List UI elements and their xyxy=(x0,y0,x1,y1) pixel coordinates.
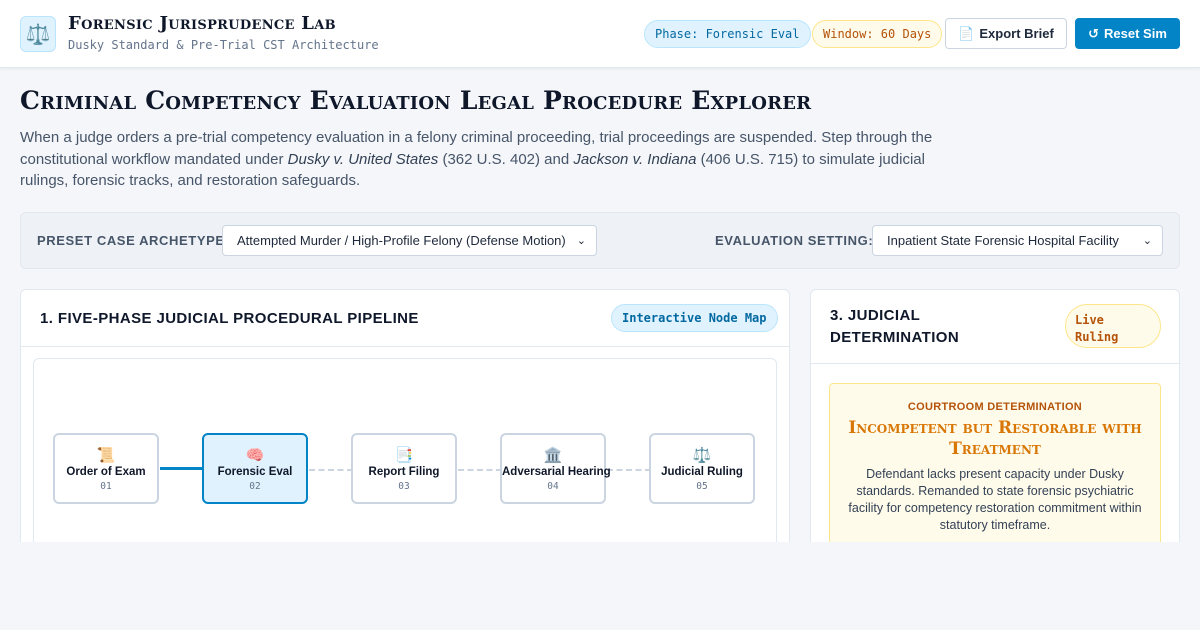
pipeline-card-header: 1. FIVE-PHASE JUDICIAL PROCEDURAL PIPELI… xyxy=(21,290,789,347)
case-controls-panel: PRESET CASE ARCHETYPE: Attempted Murder … xyxy=(20,212,1180,269)
pipeline-title: 1. FIVE-PHASE JUDICIAL PROCEDURAL PIPELI… xyxy=(40,310,419,327)
pipeline-node-order-of-exam[interactable]: 📜 Order of Exam 01 xyxy=(53,433,159,504)
node-map: 📜 Order of Exam 01 🧠 Forensic Eval 02 📑 … xyxy=(33,358,777,558)
node-label: Order of Exam xyxy=(66,466,146,478)
app-title: Forensic Jurisprudence Lab xyxy=(68,13,336,34)
top-bar: ⚖️ Forensic Jurisprudence Lab Dusky Stan… xyxy=(0,0,1200,68)
node-number: 01 xyxy=(100,481,112,492)
determination-card: 3. JUDICIAL DETERMINATION Live Ruling CO… xyxy=(810,289,1180,559)
phase-badge: Phase: Forensic Eval xyxy=(644,20,811,48)
node-number: 05 xyxy=(696,481,708,492)
pipeline-connector xyxy=(458,469,502,471)
node-label: Report Filing xyxy=(368,466,440,478)
reset-icon: ↺ xyxy=(1088,25,1100,41)
reset-sim-label: Reset Sim xyxy=(1104,26,1167,41)
node-label: Forensic Eval xyxy=(217,466,293,478)
case-citation-dusky: Dusky v. United States xyxy=(287,150,439,168)
export-brief-button[interactable]: 📄 Export Brief xyxy=(945,18,1067,49)
setting-label: EVALUATION SETTING: xyxy=(715,233,874,248)
verdict-body: Defendant lacks present capacity under D… xyxy=(848,467,1142,532)
window-badge: Window: 60 Days xyxy=(812,20,943,48)
verdict-panel: COURTROOM DETERMINATION Incompetent but … xyxy=(829,383,1161,558)
report-icon: 📑 xyxy=(394,447,414,464)
pipeline-connector xyxy=(160,467,204,470)
determination-title: 3. JUDICIAL DETERMINATION xyxy=(830,307,960,346)
scales-icon: ⚖️ xyxy=(20,16,56,52)
scales-icon: ⚖️ xyxy=(692,447,712,464)
intro-text-2: (362 U.S. 402) and xyxy=(438,150,574,168)
pipeline-card: 1. FIVE-PHASE JUDICIAL PROCEDURAL PIPELI… xyxy=(20,289,790,559)
node-number: 02 xyxy=(249,481,261,492)
pipeline-node-report-filing[interactable]: 📑 Report Filing 03 xyxy=(351,433,457,504)
reset-sim-button[interactable]: ↺ Reset Sim xyxy=(1075,18,1180,49)
verdict-kicker: COURTROOM DETERMINATION xyxy=(907,401,1083,413)
viewport-bottom xyxy=(0,542,1200,630)
determination-card-header: 3. JUDICIAL DETERMINATION Live Ruling xyxy=(811,290,1179,364)
pipeline-connector xyxy=(309,469,353,471)
verdict-ruling: Incompetent but Restorable with Treatmen… xyxy=(848,418,1142,459)
live-ruling-badge: Live Ruling xyxy=(1065,304,1161,348)
archetype-label: PRESET CASE ARCHETYPE: xyxy=(37,233,230,248)
setting-selected-value: Inpatient State Forensic Hospital Facili… xyxy=(887,233,1119,248)
intro-paragraph: When a judge orders a pre-trial competen… xyxy=(20,127,940,192)
pipeline-node-judicial-ruling[interactable]: ⚖️ Judicial Ruling 05 xyxy=(649,433,755,504)
scroll-icon: 📜 xyxy=(96,447,116,464)
export-brief-label: Export Brief xyxy=(979,26,1054,41)
courthouse-icon: 🏛️ xyxy=(543,447,563,464)
case-citation-jackson: Jackson v. Indiana xyxy=(573,150,697,168)
document-icon: 📄 xyxy=(958,25,975,41)
node-label: Judicial Ruling xyxy=(661,466,743,478)
node-number: 03 xyxy=(398,481,410,492)
app-subtitle: Dusky Standard & Pre-Trial CST Architect… xyxy=(68,38,379,52)
pipeline-node-adversarial-hearing[interactable]: 🏛️ Adversarial Hearing 04 xyxy=(500,433,611,504)
chevron-down-icon: ⌄ xyxy=(1142,235,1152,247)
brain-icon: 🧠 xyxy=(245,447,265,464)
archetype-select[interactable]: Attempted Murder / High-Profile Felony (… xyxy=(222,225,597,256)
setting-select[interactable]: Inpatient State Forensic Hospital Facili… xyxy=(872,225,1163,256)
chevron-down-icon: ⌄ xyxy=(576,235,586,247)
node-number: 04 xyxy=(547,481,559,492)
page-title: Criminal Competency Evaluation Legal Pro… xyxy=(20,86,812,115)
pipeline-node-forensic-eval[interactable]: 🧠 Forensic Eval 02 xyxy=(202,433,308,504)
pipeline-connector xyxy=(607,469,651,471)
node-label: Adversarial Hearing xyxy=(502,466,611,478)
node-map-badge: Interactive Node Map xyxy=(611,304,778,332)
archetype-selected-value: Attempted Murder / High-Profile Felony (… xyxy=(237,233,566,248)
